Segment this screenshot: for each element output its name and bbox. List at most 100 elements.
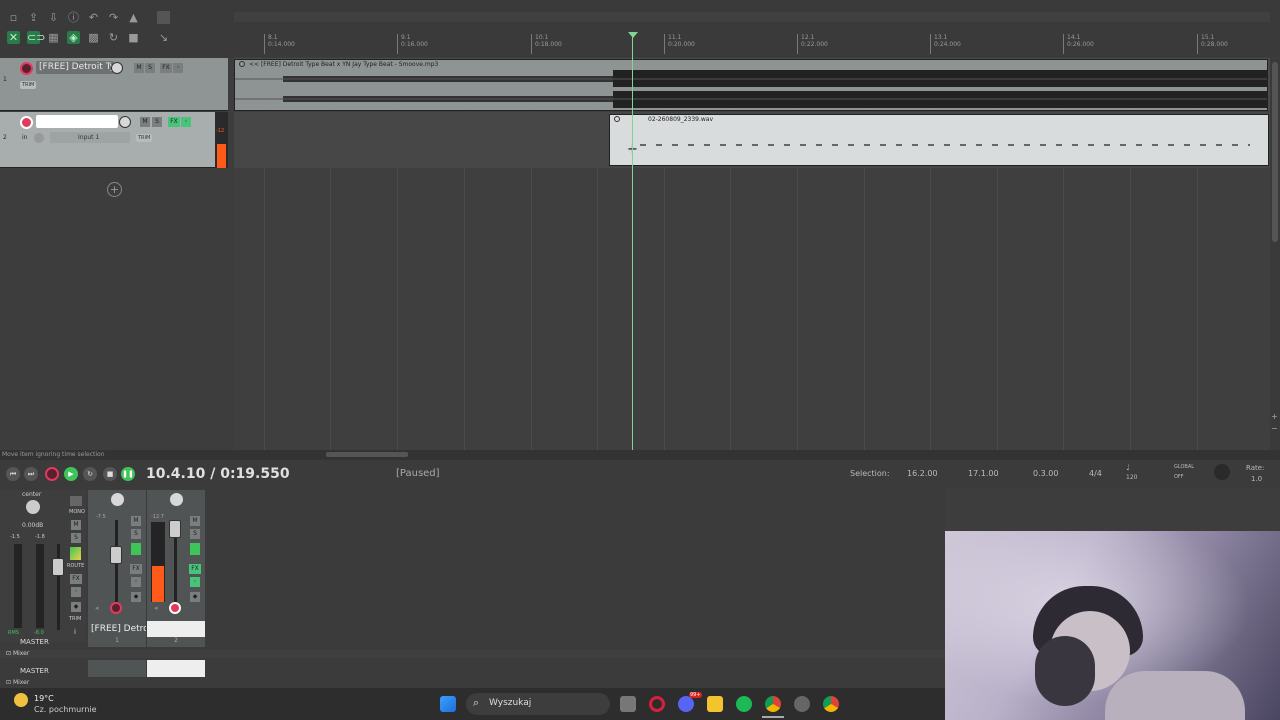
project-settings-icon[interactable]: ⓘ: [67, 11, 80, 24]
global-automation-state[interactable]: OFF: [1174, 474, 1184, 480]
vertical-scrollbar[interactable]: + −: [1270, 58, 1280, 450]
solo-button[interactable]: S: [190, 529, 200, 539]
volume-knob[interactable]: [111, 62, 123, 74]
master-fader[interactable]: [52, 558, 64, 576]
track-fader[interactable]: [110, 546, 122, 564]
selection-length[interactable]: 0.3.00: [1033, 469, 1058, 478]
solo-button[interactable]: S: [131, 529, 141, 539]
add-track-icon[interactable]: +: [107, 182, 122, 197]
mute-button[interactable]: M: [140, 117, 150, 127]
record-arm-button[interactable]: [169, 602, 181, 614]
loop-icon[interactable]: ↻: [107, 31, 120, 44]
pause-button[interactable]: ❚❚: [121, 467, 135, 481]
envelope-icon[interactable]: ◆: [190, 592, 200, 602]
pan-knob[interactable]: [26, 500, 40, 514]
mixer-tab[interactable]: ⊡ Mixer: [6, 679, 29, 686]
fx-bypass-icon[interactable]: ◦: [190, 577, 200, 587]
pan-knob[interactable]: [170, 493, 183, 506]
envelope-icon[interactable]: ◆: [131, 592, 141, 602]
envelope-icon[interactable]: ◆: [71, 602, 81, 612]
fx-button[interactable]: FX: [168, 117, 180, 127]
weather-temp[interactable]: 19°C: [34, 694, 54, 703]
undo-icon[interactable]: ↶: [87, 11, 100, 24]
weather-icon[interactable]: [14, 693, 28, 707]
play-button[interactable]: ▶: [64, 467, 78, 481]
strip-1-name[interactable]: [FREE] Detroi: [88, 621, 146, 637]
master-io-icon[interactable]: [70, 496, 82, 506]
solo-button[interactable]: S: [71, 533, 81, 543]
zoom-in-icon[interactable]: +: [1271, 412, 1278, 421]
new-project-icon[interactable]: ▫: [7, 11, 20, 24]
go-to-start-icon[interactable]: ⏮: [6, 467, 20, 481]
mute-button[interactable]: M: [190, 516, 200, 526]
task-view-icon[interactable]: [620, 696, 636, 712]
time-signature[interactable]: 4/4: [1089, 469, 1102, 478]
zoom-out-icon[interactable]: −: [1271, 424, 1278, 433]
phase-icon[interactable]: ◂: [95, 604, 99, 612]
input-select[interactable]: Input 1: [50, 132, 130, 143]
selection-end[interactable]: 17.1.00: [968, 469, 999, 478]
mute-button[interactable]: M: [131, 516, 141, 526]
global-automation-label[interactable]: GLOBAL: [1174, 464, 1194, 470]
mono-button[interactable]: MONO: [69, 509, 85, 515]
scroll-thumb[interactable]: [1272, 62, 1278, 242]
fx-button[interactable]: FX: [70, 574, 82, 584]
mute-button[interactable]: M: [134, 63, 144, 73]
track-1[interactable]: 1 [FREE] Detroit Type M S FX ◦ TRIM: [0, 58, 228, 111]
route-icon[interactable]: [70, 547, 81, 560]
record-arm-button[interactable]: [110, 602, 122, 614]
mixer-strip-2[interactable]: -12.7 M S FX ◦ ◆ ◂: [147, 490, 205, 622]
settings-icon[interactable]: [794, 696, 810, 712]
chrome-icon[interactable]: [823, 696, 839, 712]
fx-bypass-icon[interactable]: ◦: [173, 63, 183, 73]
mute-button[interactable]: M: [71, 520, 81, 530]
record-button[interactable]: [45, 467, 59, 481]
auto-crossfade-icon[interactable]: ◈: [67, 31, 80, 44]
selection-start[interactable]: 16.2.00: [907, 469, 938, 478]
solo-button[interactable]: S: [145, 63, 155, 73]
trim-button[interactable]: TRIM: [20, 81, 37, 89]
arrange-view[interactable]: << [FREE] Detroit Type Beat x YN Jay Typ…: [234, 58, 1270, 450]
tempo[interactable]: 120: [1126, 474, 1137, 481]
fx-bypass-icon[interactable]: ◦: [131, 577, 141, 587]
info-icon[interactable]: i: [74, 628, 76, 636]
pan-knob[interactable]: [111, 493, 124, 506]
weather-desc[interactable]: Cz. pochmurnie: [34, 705, 97, 714]
save-project-icon[interactable]: ⇩: [47, 11, 60, 24]
file-explorer-icon[interactable]: [707, 696, 723, 712]
grid-toggle-icon[interactable]: ✕: [7, 31, 20, 44]
route-button[interactable]: ROUTE: [67, 563, 84, 569]
audio-item-2[interactable]: 02-260809_2339.wav: [609, 114, 1269, 166]
playhead-marker[interactable]: [628, 32, 638, 38]
snap-icon[interactable]: ⊂⊃: [27, 31, 45, 44]
strip-2-name[interactable]: [147, 621, 205, 637]
search-box[interactable]: ⌕ Wyszukaj: [466, 693, 610, 715]
rate-value[interactable]: 1.0: [1251, 475, 1262, 483]
audio-item-1[interactable]: << [FREE] Detroit Type Beat x YN Jay Typ…: [234, 59, 1268, 111]
trim-button[interactable]: TRIM: [69, 616, 81, 622]
track-fader[interactable]: [169, 520, 181, 538]
monitor-icon[interactable]: [34, 133, 44, 143]
open-project-icon[interactable]: ⇪: [27, 11, 40, 24]
trim-button[interactable]: TRIM: [136, 134, 153, 142]
solo-button[interactable]: S: [152, 117, 162, 127]
region-lane[interactable]: [234, 12, 1270, 22]
volume-knob[interactable]: [119, 116, 131, 128]
spotify-icon[interactable]: [736, 696, 752, 712]
phase-icon[interactable]: ◂: [154, 604, 158, 612]
repeat-icon[interactable]: ↻: [83, 467, 97, 481]
horizontal-scroll-thumb[interactable]: [326, 452, 408, 457]
fx-button[interactable]: FX: [130, 564, 142, 574]
playrate-knob[interactable]: [1214, 464, 1230, 480]
mixer-strip-1[interactable]: -7.5 M S FX ◦ ◆ ◂: [88, 490, 146, 622]
track-2[interactable]: 2 M S FX ◦ in Input 1 TRIM: [0, 112, 228, 168]
ripple-edit-icon[interactable]: ▦: [47, 31, 60, 44]
metronome-icon[interactable]: ▲: [127, 11, 140, 24]
envelope-icon[interactable]: ▩: [87, 31, 100, 44]
record-arm-button[interactable]: [20, 62, 33, 75]
record-arm-button[interactable]: [20, 116, 33, 129]
windows-start-icon[interactable]: [440, 696, 456, 712]
stop-button[interactable]: ■: [103, 467, 117, 481]
discord-icon[interactable]: [678, 696, 694, 712]
redo-icon[interactable]: ↷: [107, 11, 120, 24]
